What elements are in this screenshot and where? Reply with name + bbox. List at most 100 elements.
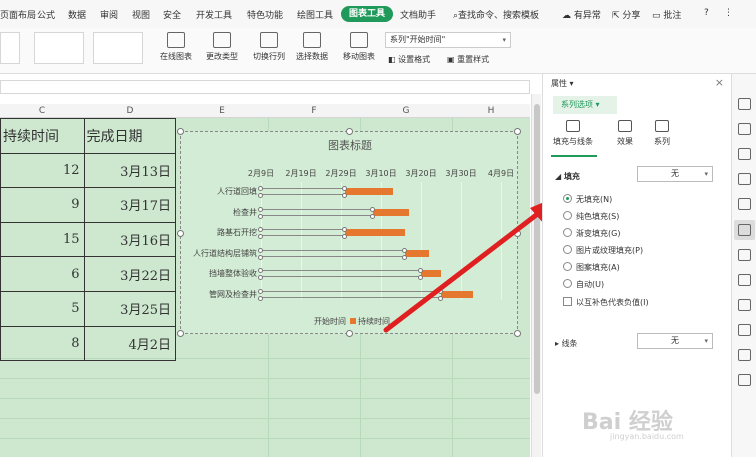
share-button[interactable]: ⇱ 分享 [612, 8, 640, 21]
radio[interactable] [563, 228, 572, 237]
tab-formula[interactable]: 公式 [37, 8, 55, 21]
chart-style-thumb-1[interactable] [0, 32, 20, 64]
start-time-bar[interactable] [261, 188, 345, 195]
change-type-button[interactable]: 更改类型 [196, 32, 248, 70]
tab-series[interactable]: 系列 [640, 120, 684, 147]
resize-handle-nw[interactable] [177, 128, 184, 135]
tab-chart-tools[interactable]: 图表工具 [341, 6, 393, 22]
option-solid-fill[interactable]: 纯色填充(S) [563, 211, 619, 222]
series-point-handle[interactable] [258, 213, 263, 219]
fill-dropdown[interactable]: 无 ▾ [637, 166, 713, 182]
series-point-handle[interactable] [258, 227, 263, 232]
comment-button[interactable]: ▭ 批注 [652, 8, 681, 21]
series-point-handle[interactable] [342, 193, 347, 198]
option-pattern-fill[interactable]: 图案填充(A) [563, 262, 620, 273]
properties-icon[interactable] [738, 224, 751, 236]
col-header-h[interactable]: H [452, 104, 530, 118]
select-data-button[interactable]: 选择数据 [286, 32, 338, 70]
series-point-handle[interactable] [258, 254, 263, 260]
cell-duration[interactable]: 12 [0, 152, 85, 189]
checkbox[interactable] [563, 297, 572, 306]
resize-handle-w[interactable] [177, 230, 184, 237]
line-dropdown[interactable]: 无 ▾ [637, 333, 713, 349]
cell-duration[interactable]: 15 [0, 221, 85, 258]
chart-title[interactable]: 图表标题 [181, 137, 519, 153]
header-duration[interactable]: 持续时间 [0, 118, 85, 154]
close-icon[interactable]: × [715, 76, 724, 89]
header-finish-date[interactable]: 完成日期 [83, 118, 177, 154]
series-point-handle[interactable] [258, 186, 263, 191]
layers-icon[interactable] [738, 249, 751, 261]
option-auto[interactable]: 自动(U) [563, 279, 604, 290]
radio[interactable] [563, 245, 572, 254]
status-anomaly[interactable]: ☁ 有异常 [562, 8, 601, 21]
start-time-bar[interactable] [261, 229, 345, 236]
archive-icon[interactable] [738, 274, 751, 286]
table-icon[interactable] [738, 148, 751, 160]
grid-icon[interactable] [738, 173, 751, 185]
series-point-handle[interactable] [258, 206, 263, 212]
cell-date[interactable]: 4月2日 [83, 325, 177, 362]
tab-dev-tools[interactable]: 开发工具 [196, 8, 232, 21]
radio[interactable] [563, 279, 572, 288]
history-icon[interactable] [738, 349, 751, 361]
option-picture-fill[interactable]: 图片或纹理填充(P) [563, 245, 643, 256]
resize-handle-sw[interactable] [177, 330, 184, 337]
series-point-handle[interactable] [370, 206, 375, 212]
radio[interactable] [563, 211, 572, 220]
line-section-toggle[interactable]: ▸ 线条 [555, 338, 578, 349]
col-header-c[interactable]: C [0, 104, 84, 118]
series-point-handle[interactable] [342, 186, 347, 191]
more-icon[interactable]: ⋮ [724, 8, 733, 18]
option-invert-negative[interactable]: 以互补色代表负值(I) [563, 297, 649, 308]
cell-duration[interactable]: 5 [0, 290, 85, 327]
cell-duration[interactable]: 8 [0, 325, 85, 362]
legend-start-time[interactable]: 开始时间 [314, 316, 346, 327]
chart-style-thumb-3[interactable] [93, 32, 143, 64]
cell-date[interactable]: 3月22日 [83, 256, 177, 292]
tab-page-layout[interactable]: 页面布局 [0, 8, 36, 21]
start-time-bar[interactable] [261, 208, 373, 216]
series-point-handle[interactable] [258, 234, 263, 239]
series-point-handle[interactable] [258, 247, 263, 253]
col-header-g[interactable]: G [360, 104, 452, 118]
tab-fill-line[interactable]: 填充与线条 [551, 120, 595, 147]
cell-date[interactable]: 3月17日 [83, 187, 177, 223]
series-point-handle[interactable] [258, 288, 263, 294]
pane-title[interactable]: 属性 ▾ [551, 78, 574, 89]
online-chart-button[interactable]: 在线图表 [150, 32, 202, 70]
tab-drawing-tools[interactable]: 绘图工具 [297, 8, 333, 21]
pointer-icon[interactable] [738, 98, 751, 110]
radio-selected[interactable] [563, 194, 572, 203]
backup-icon[interactable] [738, 324, 751, 336]
option-gradient-fill[interactable]: 渐变填充(G) [563, 228, 620, 239]
format-settings-button[interactable]: ◧ 设置格式 [388, 54, 430, 65]
series-point-handle[interactable] [342, 227, 347, 232]
tab-review[interactable]: 审阅 [100, 8, 118, 21]
tab-data[interactable]: 数据 [68, 8, 86, 21]
shape-fill-icon[interactable] [738, 123, 751, 135]
col-header-f[interactable]: F [268, 104, 360, 118]
resize-handle-s[interactable] [346, 330, 353, 337]
series-point-handle[interactable] [342, 234, 347, 239]
series-point-handle[interactable] [370, 213, 375, 219]
chart-bars-icon[interactable] [738, 198, 751, 210]
tab-view[interactable]: 视图 [132, 8, 150, 21]
reset-style-button[interactable]: ▣ 重置样式 [447, 54, 489, 65]
series-select[interactable]: 系列"开始时间" ▾ [385, 32, 511, 48]
help-button[interactable]: ? [704, 8, 709, 18]
series-point-handle[interactable] [258, 268, 263, 273]
resize-handle-ne[interactable] [514, 128, 521, 135]
cell-date[interactable]: 3月25日 [83, 290, 177, 327]
resize-handle-n[interactable] [346, 128, 353, 135]
col-header-d[interactable]: D [84, 104, 176, 118]
image-icon[interactable] [738, 299, 751, 311]
tab-special[interactable]: 特色功能 [247, 8, 283, 21]
tab-doc-assistant[interactable]: 文档助手 [400, 8, 436, 21]
col-header-e[interactable]: E [176, 104, 268, 118]
cell-duration[interactable]: 6 [0, 256, 85, 292]
series-point-handle[interactable] [258, 193, 263, 198]
move-chart-button[interactable]: 移动图表 [333, 32, 385, 70]
radio[interactable] [563, 262, 572, 271]
chart-style-thumb-2[interactable] [34, 32, 84, 64]
